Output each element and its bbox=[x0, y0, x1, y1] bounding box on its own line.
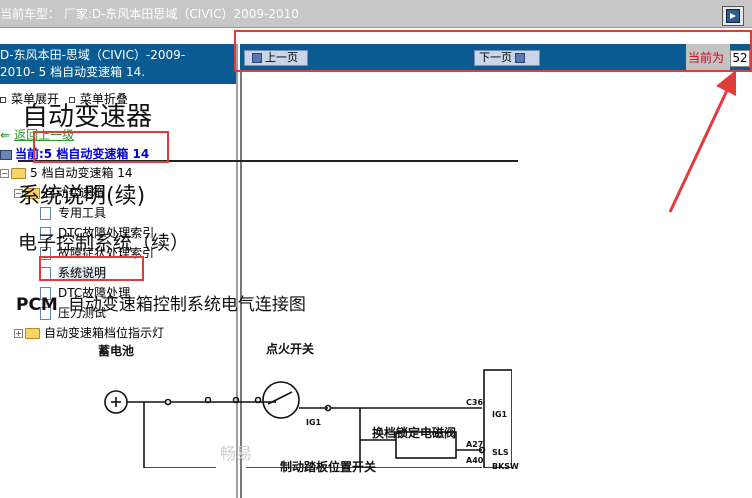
figure-title-prefix: PCM bbox=[16, 295, 58, 315]
prev-page-button[interactable]: 上一页 bbox=[244, 50, 308, 66]
doc-title: 自动变速器 bbox=[22, 102, 153, 132]
pin-sls: SLS bbox=[492, 448, 509, 457]
doc-section-heading: 系统说明(续) bbox=[18, 184, 146, 209]
wiring-lines bbox=[104, 369, 512, 468]
vehicle-header-line1: D-东风本田-思域（CIVIC）-2009- bbox=[0, 48, 186, 62]
pin-a40: A40 bbox=[466, 456, 484, 465]
battery-label: 蓄电池 bbox=[98, 344, 135, 358]
solenoid-label: 换档锁定电磁阀 bbox=[372, 426, 457, 440]
wiring-diagram: 蓄电池 点火开关 IG1 C36 IG1 换档锁定电磁阀 A27 SLS 制动踏… bbox=[96, 340, 519, 474]
back-arrow-icon: ⇐ bbox=[0, 128, 11, 142]
pin-c36: C36 bbox=[466, 398, 484, 407]
prev-page-label: 上一页 bbox=[265, 51, 298, 64]
expand-icon[interactable]: + bbox=[14, 329, 23, 338]
pin-ig1: IG1 bbox=[492, 410, 508, 419]
pin-a27: A27 bbox=[466, 440, 484, 449]
current-node-label: 当前:5 档自动变速箱 14 bbox=[15, 147, 150, 161]
document-icon bbox=[40, 267, 51, 280]
play-icon bbox=[726, 9, 740, 23]
square-icon bbox=[0, 96, 6, 103]
brake-switch-label: 制动踏板位置开关 bbox=[280, 460, 377, 474]
current-page-input[interactable]: 52 bbox=[730, 50, 750, 67]
next-page-label: 下一页 bbox=[479, 51, 512, 64]
page-nav-bar: 上一页 下一页 当前为 52 bbox=[240, 44, 752, 72]
collapse-icon[interactable]: − bbox=[0, 169, 9, 178]
tree-leaf-system-description[interactable]: 系统说明 bbox=[40, 264, 107, 282]
menu-toggle-button[interactable] bbox=[722, 6, 744, 26]
figure-title-text: 自动变速箱控制系统电气连接图 bbox=[67, 295, 306, 315]
computer-icon bbox=[0, 149, 12, 160]
watermark: 畅易 bbox=[220, 444, 253, 463]
folder-icon bbox=[25, 328, 40, 339]
doc-subsection-heading: 电子控制系统（续） bbox=[18, 232, 190, 254]
vehicle-header: D-东风本田-思域（CIVIC）-2009- 2010- 5 档自动变速箱 14… bbox=[0, 44, 236, 84]
pin-bksw: BKSW bbox=[492, 462, 519, 471]
tree-leaf-label: 系统说明 bbox=[58, 266, 107, 280]
arrow-right-icon bbox=[515, 53, 525, 63]
tree-node-label: 自动变速箱档位指示灯 bbox=[44, 326, 165, 340]
ignition-switch-label: 点火开关 bbox=[266, 342, 315, 356]
title-bar: 当前车型： 厂家:D-东风本田思域（CIVIC）2009-2010 bbox=[0, 0, 752, 28]
ig1-label: IG1 bbox=[306, 418, 322, 427]
arrow-left-icon bbox=[252, 53, 262, 63]
window-title: 当前车型： 厂家:D-东风本田思域（CIVIC）2009-2010 bbox=[0, 7, 299, 21]
figure-title: PCM 自动变速箱控制系统电气连接图 bbox=[16, 290, 306, 315]
current-page-label: 当前为 bbox=[686, 44, 730, 72]
doc-divider bbox=[18, 160, 518, 162]
vehicle-header-line2: 2010- 5 档自动变速箱 14. bbox=[0, 65, 146, 79]
next-page-button[interactable]: 下一页 bbox=[474, 50, 540, 66]
